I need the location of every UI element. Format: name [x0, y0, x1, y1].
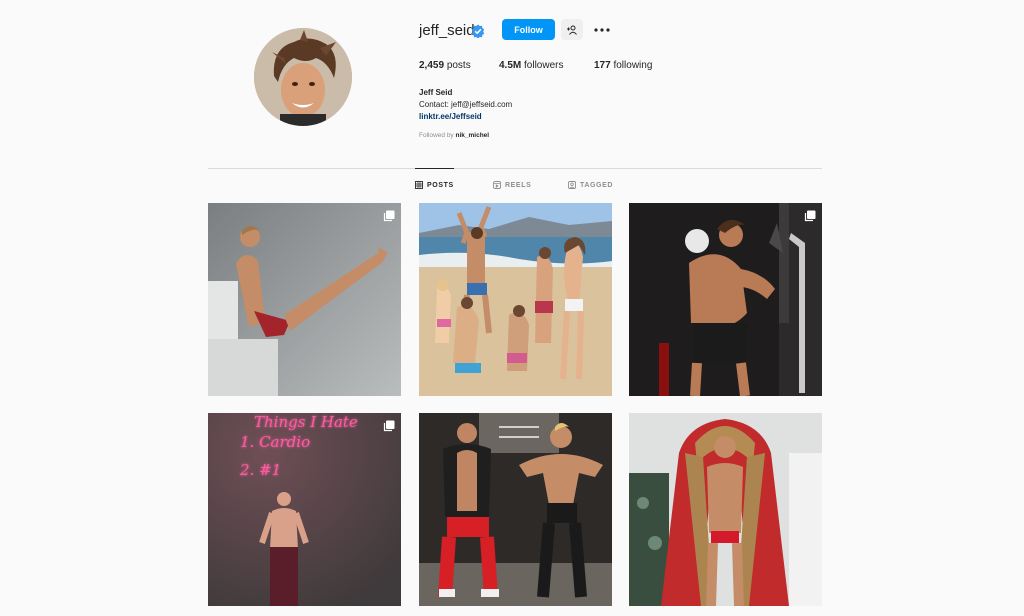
followed-by-prefix: Followed by	[419, 132, 454, 139]
tab-posts-label: POSTS	[427, 181, 454, 189]
post-image-4: Things I Hate 1. Cardio 2. #1	[208, 413, 401, 606]
neon-sign-line-1: Things I Hate	[254, 413, 358, 431]
post-tile-5[interactable]	[419, 413, 612, 606]
followed-by-text[interactable]: Followed by nik_michel	[419, 132, 489, 139]
follow-button[interactable]: Follow	[502, 19, 555, 40]
active-tab-indicator	[415, 168, 454, 169]
post-tile-4[interactable]: Things I Hate 1. Cardio 2. #1	[208, 413, 401, 606]
tab-posts[interactable]: POSTS	[415, 181, 454, 189]
post-tile-1[interactable]	[208, 203, 401, 396]
following-count-value: 177	[594, 60, 611, 71]
profile-avatar[interactable]	[254, 28, 352, 126]
tab-tagged[interactable]: TAGGED	[568, 181, 613, 189]
more-options-button[interactable]	[591, 21, 613, 38]
tagged-person-icon	[568, 181, 576, 189]
post-image-2	[419, 203, 612, 396]
profile-username: jeff_seid	[419, 22, 475, 39]
profile-divider	[208, 168, 822, 169]
add-person-icon	[567, 25, 577, 35]
neon-sign-line-3: 2. #1	[239, 461, 281, 479]
multiple-posts-icon	[383, 210, 395, 222]
following-count-label: following	[613, 60, 653, 71]
post-tile-2[interactable]	[419, 203, 612, 396]
suggested-users-button[interactable]	[561, 19, 583, 40]
post-image-3	[629, 203, 822, 396]
post-tile-3[interactable]	[629, 203, 822, 396]
multiple-posts-icon	[383, 420, 395, 432]
more-dots-icon	[594, 27, 610, 32]
posts-count-value: 2,459	[419, 60, 445, 71]
profile-contact: Contact: jeff@jeffseid.com	[419, 100, 513, 109]
grid-icon	[415, 181, 423, 189]
neon-sign-line-2: 1. Cardio	[240, 433, 310, 451]
followers-link[interactable]: 4.5M followers	[499, 60, 563, 71]
followed-by-user: nik_michel	[455, 132, 490, 139]
posts-count: 2,459 posts	[419, 60, 471, 71]
followers-count-value: 4.5M	[499, 60, 522, 71]
tab-tagged-label: TAGGED	[580, 181, 614, 189]
multiple-posts-icon	[804, 210, 816, 222]
tab-reels[interactable]: REELS	[493, 181, 531, 189]
tab-reels-label: REELS	[505, 181, 532, 189]
post-image-6	[629, 413, 822, 606]
post-image-5	[419, 413, 612, 606]
profile-external-link[interactable]: linktr.ee/Jeffseid	[419, 112, 482, 121]
post-image-1	[208, 203, 401, 396]
reels-icon	[493, 181, 501, 189]
followers-count-label: followers	[524, 60, 564, 71]
posts-count-label: posts	[446, 60, 471, 71]
post-tile-6[interactable]	[629, 413, 822, 606]
following-link[interactable]: 177 following	[594, 60, 652, 71]
verified-badge-icon	[471, 24, 485, 38]
profile-full-name: Jeff Seid	[419, 88, 453, 97]
